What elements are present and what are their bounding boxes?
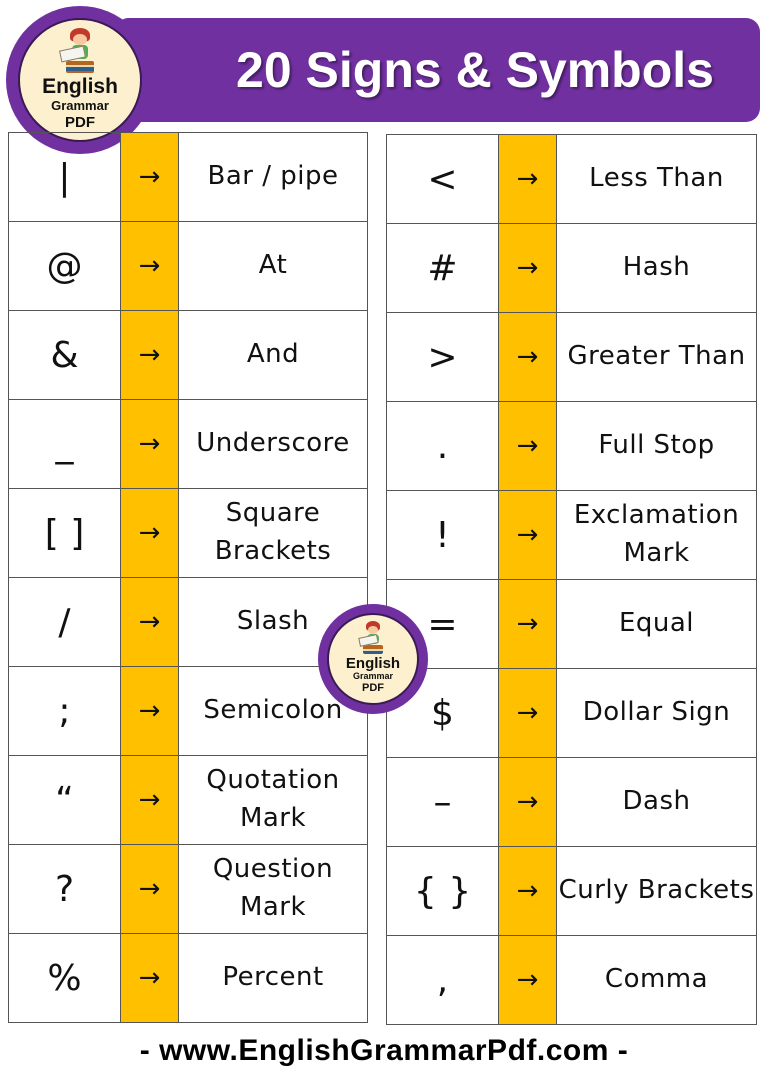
symbol-glyph: / (8, 577, 121, 667)
arrow-right-icon: → (498, 579, 557, 669)
symbol-name: Less Than (556, 134, 757, 224)
symbol-glyph: % (8, 933, 121, 1023)
symbol-row: @ → At (8, 221, 368, 311)
brand-logo-watermark: English Grammar PDF (318, 604, 428, 714)
symbol-row: . → Full Stop (386, 401, 757, 491)
symbol-row: % → Percent (8, 933, 368, 1023)
symbol-name: Curly Brackets (556, 846, 757, 936)
symbol-row: _ → Underscore (8, 399, 368, 489)
arrow-right-icon: → (120, 310, 179, 400)
symbol-row: – → Dash (386, 757, 757, 847)
arrow-right-icon: → (498, 668, 557, 758)
arrow-right-icon: → (498, 490, 557, 580)
symbol-name: Quotation Mark (178, 755, 368, 845)
symbol-glyph: > (386, 312, 499, 402)
arrow-right-icon: → (498, 223, 557, 313)
symbol-row: “→ Quotation Mark (8, 755, 368, 845)
logo-text-grammar: Grammar (352, 671, 394, 681)
symbol-glyph: | (8, 132, 121, 222)
symbol-row: { } → Curly Brackets (386, 846, 757, 936)
logo-text-grammar: Grammar (51, 98, 109, 113)
symbol-row: ; → Semicolon (8, 666, 368, 756)
symbol-row: $ → Dollar Sign (386, 668, 757, 758)
logo-badge: English Grammar PDF (18, 18, 142, 142)
logo-text-pdf: PDF (362, 682, 384, 694)
symbol-name: Hash (556, 223, 757, 313)
symbol-glyph: { } (386, 846, 499, 936)
arrow-right-icon: → (120, 666, 179, 756)
symbol-glyph: & (8, 310, 121, 400)
symbol-row: | → Bar / pipe (8, 132, 368, 222)
symbol-name: And (178, 310, 368, 400)
girl-reading-books-icon (355, 621, 391, 655)
website-footer: - www.EnglishGrammarPdf.com - (139, 1034, 629, 1067)
arrow-right-icon: → (120, 933, 179, 1023)
symbol-glyph: – (386, 757, 499, 847)
logo-badge: English Grammar PDF (327, 613, 419, 705)
symbol-name: Equal (556, 579, 757, 669)
symbol-row: > → Greater Than (386, 312, 757, 402)
arrow-right-icon: → (498, 846, 557, 936)
symbol-glyph: < (386, 134, 499, 224)
page-title: 20 Signs & Symbols (236, 42, 714, 98)
arrow-right-icon: → (498, 134, 557, 224)
symbol-name: Comma (556, 935, 757, 1025)
arrow-right-icon: → (498, 935, 557, 1025)
arrow-right-icon: → (120, 755, 179, 845)
symbol-glyph: ! (386, 490, 499, 580)
symbol-glyph: # (386, 223, 499, 313)
arrow-right-icon: → (120, 488, 179, 578)
arrow-right-icon: → (120, 221, 179, 311)
symbol-row: ! → Exclamation Mark (386, 490, 757, 580)
arrow-right-icon: → (120, 399, 179, 489)
symbols-table-right: < → Less Than # → Hash > → Greater Than. → Full St… (386, 134, 757, 1025)
symbol-row: , → Comma (386, 935, 757, 1025)
arrow-right-icon: → (120, 132, 179, 222)
girl-reading-books-icon (55, 28, 105, 74)
symbol-glyph: “ (8, 755, 121, 845)
symbol-row: < → Less Than (386, 134, 757, 224)
symbol-name: Exclamation Mark (556, 490, 757, 580)
symbol-glyph: @ (8, 221, 121, 311)
logo-text-english: English (345, 655, 401, 672)
symbol-glyph: ; (8, 666, 121, 756)
symbol-row: = → Equal (386, 579, 757, 669)
arrow-right-icon: → (498, 312, 557, 402)
symbol-name: Full Stop (556, 401, 757, 491)
symbol-name: At (178, 221, 368, 311)
arrow-right-icon: → (120, 577, 179, 667)
symbol-glyph: , (386, 935, 499, 1025)
arrow-right-icon: → (498, 757, 557, 847)
symbol-name: Percent (178, 933, 368, 1023)
symbol-glyph: _ (8, 399, 121, 489)
symbol-row: [ ] → Square Brackets (8, 488, 368, 578)
symbol-name: Bar / pipe (178, 132, 368, 222)
arrow-right-icon: → (120, 844, 179, 934)
symbol-glyph: . (386, 401, 499, 491)
symbol-row: & → And (8, 310, 368, 400)
logo-text-pdf: PDF (65, 114, 95, 131)
symbol-row: ? → Question Mark (8, 844, 368, 934)
symbol-name: Dollar Sign (556, 668, 757, 758)
symbol-name: Underscore (178, 399, 368, 489)
symbol-glyph: ? (8, 844, 121, 934)
symbol-row: # → Hash (386, 223, 757, 313)
symbols-table-left: | → Bar / pipe @ → At & → And _ → Underscore[ ] → Squ… (8, 132, 368, 1023)
symbol-name: Dash (556, 757, 757, 847)
arrow-right-icon: → (498, 401, 557, 491)
symbol-glyph: [ ] (8, 488, 121, 578)
title-banner: 20 Signs & Symbols (118, 18, 760, 122)
symbol-row: / → Slash (8, 577, 368, 667)
symbol-name: Square Brackets (178, 488, 368, 578)
symbol-name: Question Mark (178, 844, 368, 934)
logo-text-english: English (42, 75, 118, 98)
symbol-name: Greater Than (556, 312, 757, 402)
